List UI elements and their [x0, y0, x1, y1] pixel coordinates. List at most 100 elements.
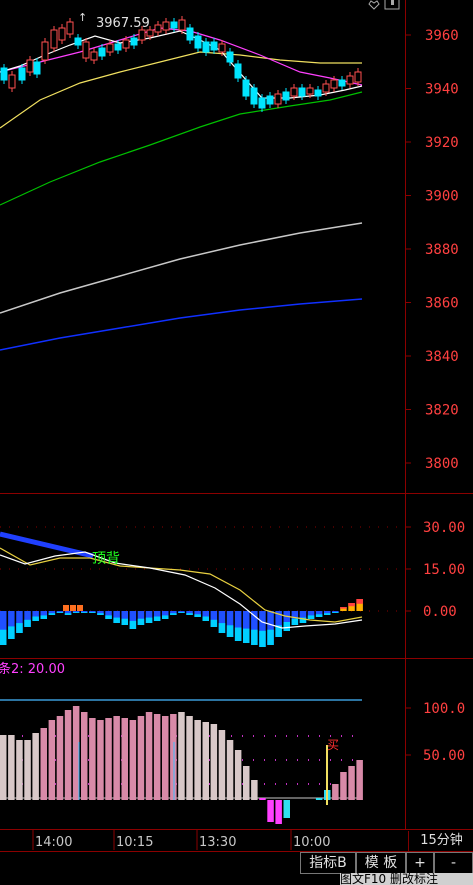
page-icon[interactable]	[384, 0, 400, 10]
time-tick-label: 10:00	[293, 835, 330, 850]
macd-bar-negative-tip	[202, 616, 209, 621]
price-tick-label: 3860	[425, 296, 459, 312]
osc-bar	[275, 800, 282, 824]
price-tick-label: 3800	[425, 456, 459, 472]
macd-bar-negative-tip	[283, 622, 290, 631]
macd-bar-negative-tip	[72, 612, 80, 613]
candle-body	[178, 19, 186, 31]
macd-bar-positive-tip	[340, 607, 347, 609]
macd-bar-negative-tip	[16, 623, 23, 633]
osc-bar	[315, 798, 323, 800]
osc-bar	[170, 714, 177, 800]
candle-body	[122, 39, 130, 49]
osc-bar	[48, 720, 56, 800]
macd-bar-negative-tip	[56, 612, 64, 613]
osc-bar	[348, 766, 355, 800]
template-tab[interactable]: 模 板	[356, 852, 406, 874]
candle-body	[314, 89, 322, 97]
candle-body	[0, 67, 8, 81]
osc-param-label: 条2: 20.00	[0, 661, 65, 677]
macd-bar-negative-tip	[32, 616, 39, 621]
osc-bar	[56, 716, 64, 800]
candle-body	[290, 87, 298, 97]
candle-body	[138, 29, 146, 41]
macd-bar-negative-tip	[81, 612, 88, 613]
candle-body	[154, 24, 162, 33]
candle-body	[130, 37, 138, 46]
time-tick-label: 14:00	[35, 835, 72, 850]
osc-bar	[129, 720, 137, 800]
period-label[interactable]: 15分钟	[408, 831, 473, 851]
price-tick-label: 3820	[425, 403, 459, 419]
candle-body	[74, 37, 82, 46]
macd-bar-negative-tip	[40, 615, 47, 619]
macd-bar-negative-tip	[332, 612, 339, 613]
price-tick-label: 3900	[425, 189, 459, 205]
ma-line-green	[0, 91, 363, 206]
osc-bar	[24, 740, 31, 800]
price-y-axis: 3960 3940 3920 3900 3880 3860 3840 3820 3800	[405, 28, 459, 472]
osc-bar	[81, 712, 88, 800]
macd-bar-negative-tip	[267, 629, 274, 645]
osc-bar	[283, 800, 290, 818]
macd-bar-negative-tip	[324, 613, 331, 615]
osc-bar	[210, 724, 218, 800]
chart-canvas[interactable]: 3960 3940 3920 3900 3880 3860 3840 3820 3800 30.…	[0, 0, 473, 885]
candle-body	[98, 47, 106, 57]
candle-body	[330, 79, 338, 89]
candlestick-series	[0, 16, 362, 112]
osc-bar	[340, 772, 347, 800]
candle-body	[26, 59, 34, 73]
candle-body	[202, 41, 210, 53]
dif-line	[0, 551, 363, 629]
macd-bar-negative-tip	[186, 613, 193, 615]
macd-bar-negative-tip	[24, 619, 31, 627]
price-tick-label: 3840	[425, 349, 459, 365]
osc-bar	[226, 740, 234, 800]
osc-bar	[137, 716, 145, 800]
heart-icon[interactable]	[368, 0, 380, 10]
zoom-in-button[interactable]: +	[406, 852, 434, 874]
ma-line-gray	[0, 222, 363, 314]
osc-bar	[251, 780, 258, 800]
buy-signal-label: 买	[327, 738, 339, 752]
osc-bar	[16, 740, 23, 800]
macd-bar-negative-tip	[234, 627, 242, 641]
osc-bar	[332, 784, 339, 800]
candle-body	[90, 51, 98, 61]
macd-bar-positive-tip	[348, 603, 355, 607]
osc-bar	[243, 766, 250, 800]
macd-bar-positive-tip	[356, 599, 363, 604]
high-marker-arrow: ↑	[78, 11, 87, 24]
macd-bar-negative-tip	[153, 616, 161, 621]
macd-bar-positive	[70, 605, 76, 611]
candle-body	[106, 43, 114, 53]
macd-bar-negative-tip	[113, 617, 120, 623]
macd-y-axis: 30.00 15.00 0.00	[0, 520, 465, 620]
osc-bar	[194, 720, 201, 800]
macd-bar-negative-tip	[170, 613, 177, 615]
candle-body	[306, 87, 314, 95]
osc-bar	[202, 722, 209, 800]
indicator-tab[interactable]: 指标B	[300, 852, 356, 874]
osc-bar	[356, 760, 363, 800]
macd-bar-negative-tip	[178, 612, 185, 613]
macd-tick-label: 0.00	[423, 604, 457, 620]
osc-bar	[234, 750, 242, 800]
osc-bar	[32, 733, 39, 800]
osc-bar	[267, 800, 274, 822]
candle-body	[82, 41, 90, 59]
candle-body	[226, 51, 234, 63]
candle-body	[162, 21, 170, 31]
candle-body	[58, 27, 66, 41]
macd-bar-negative-tip	[251, 629, 258, 645]
macd-bar-negative-tip	[105, 615, 112, 619]
price-tick-label: 3960	[425, 28, 459, 44]
macd-bar-positive	[77, 605, 83, 611]
candle-body	[218, 43, 226, 53]
zoom-out-button[interactable]: -	[434, 852, 473, 874]
macd-bar-negative-tip	[48, 613, 56, 615]
osc-bar	[178, 712, 185, 800]
price-tick-label: 3920	[425, 135, 459, 151]
macd-bar-negative-tip	[259, 630, 266, 647]
